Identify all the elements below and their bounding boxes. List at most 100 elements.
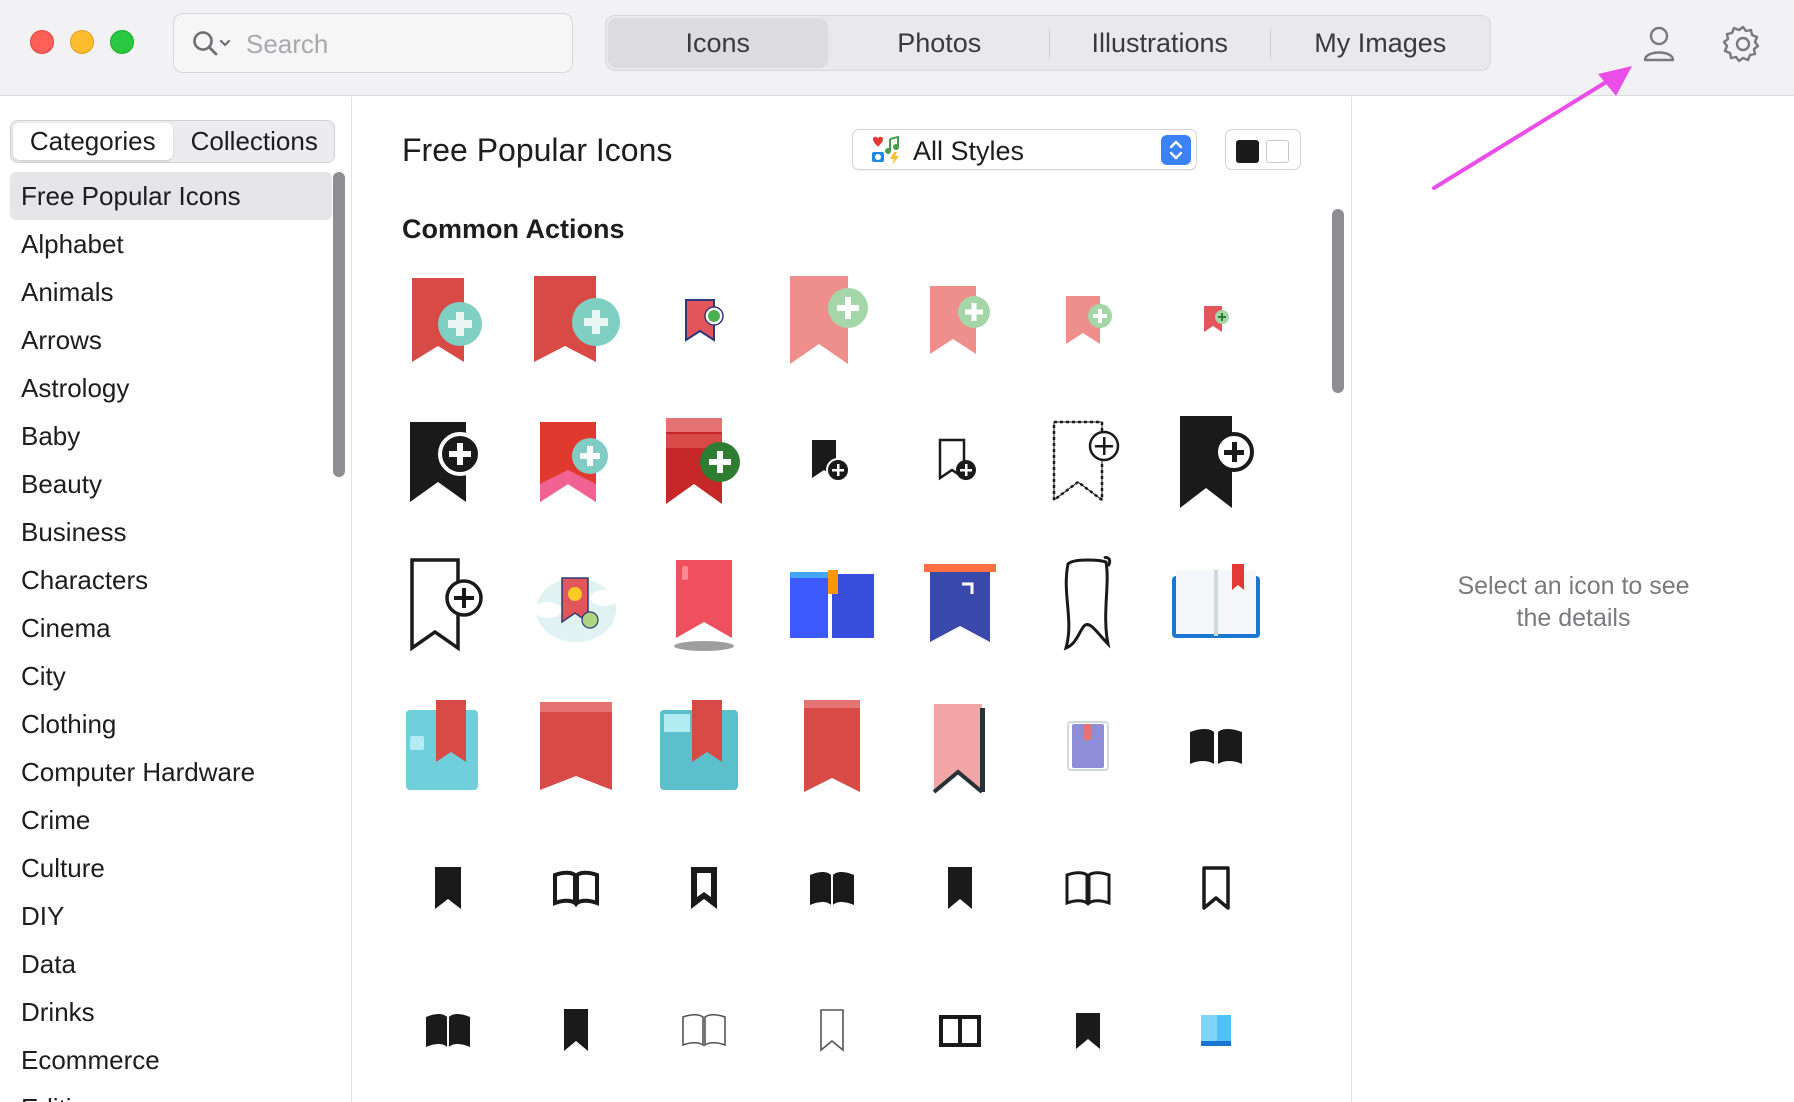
sidebar-item-editing[interactable]: Editing [10,1084,332,1102]
style-select[interactable]: All Styles [852,129,1197,170]
window-minimize-button[interactable] [70,30,94,54]
icon-tile[interactable] [777,691,887,801]
search-field[interactable]: Search [173,13,573,73]
icon-tile[interactable] [905,691,1015,801]
icon-tile[interactable] [1161,407,1271,517]
sidebar-item-ecommerce[interactable]: Ecommerce [10,1036,332,1084]
icon-tile[interactable] [521,833,631,943]
icon-tile[interactable] [905,265,1015,375]
sidebar-item-characters[interactable]: Characters [10,556,332,604]
icon-tile[interactable] [521,265,631,375]
category-list: Free Popular Icons Alphabet Animals Arro… [10,172,332,1102]
icon-tile[interactable] [905,549,1015,659]
details-panel: Select an icon to see the details [1351,97,1794,1102]
icon-tile[interactable] [649,833,759,943]
tab-illustrations[interactable]: Illustrations [1050,16,1270,70]
sidebar: Categories Collections Free Popular Icon… [0,97,352,1102]
icon-tile[interactable] [777,975,887,1085]
icon-row [393,833,1293,953]
sidebar-item-drinks[interactable]: Drinks [10,988,332,1036]
book-open-outline-bold-icon [553,870,599,907]
bookmark-outline-icon [1202,866,1230,910]
icon-tile[interactable] [649,691,759,801]
window-zoom-button[interactable] [110,30,134,54]
icon-tile[interactable] [905,975,1015,1085]
sidebar-item-clothing[interactable]: Clothing [10,700,332,748]
bookmark-add-small-outline-icon [685,299,724,342]
icon-tile[interactable] [393,691,503,801]
sidebar-item-data[interactable]: Data [10,940,332,988]
icon-tile[interactable] [393,975,503,1085]
icon-tile[interactable] [905,407,1015,517]
tab-photos[interactable]: Photos [830,16,1050,70]
icon-tile[interactable] [521,549,631,659]
sidebar-scrollbar[interactable] [333,172,345,477]
sidebar-item-free-popular-icons[interactable]: Free Popular Icons [10,172,332,220]
icon-row [393,265,1293,385]
styles-emoji-icon [872,135,899,165]
icon-tile[interactable] [1161,833,1271,943]
icon-tile[interactable] [1033,407,1143,517]
sidebar-item-astrology[interactable]: Astrology [10,364,332,412]
icon-tile[interactable] [1033,549,1143,659]
icon-tile[interactable] [649,549,759,659]
icon-tile[interactable] [777,407,887,517]
icon-row [393,407,1293,527]
sidebar-item-crime[interactable]: Crime [10,796,332,844]
sidebar-item-animals[interactable]: Animals [10,268,332,316]
icon-tile[interactable] [1033,691,1143,801]
icon-tile[interactable] [777,549,887,659]
icon-tile[interactable] [1033,975,1143,1085]
window-close-button[interactable] [30,30,54,54]
details-placeholder-line: Select an icon to see [1457,572,1690,600]
icon-tile[interactable] [393,833,503,943]
light-swatch-button[interactable] [1266,140,1289,163]
book-open-solid-icon [810,872,854,905]
settings-button[interactable] [1721,22,1765,66]
icon-tile[interactable] [1161,975,1271,1085]
icon-tile[interactable] [521,407,631,517]
bookmark-add-flat-pink-small-icon [1066,296,1112,344]
bookmark-hand-drawn-icon [1063,556,1112,651]
icon-tile[interactable] [521,691,631,801]
icon-tile[interactable] [649,265,759,375]
tab-collections[interactable]: Collections [175,121,335,162]
select-stepper [1161,135,1191,165]
bookmark-thin-icon [820,1009,844,1052]
bookmark-add-dotted-outline-icon [1052,420,1120,503]
dark-swatch-button[interactable] [1236,140,1259,163]
section-title: Common Actions [402,214,625,244]
icon-tile[interactable] [777,265,887,375]
tab-categories[interactable]: Categories [13,123,173,160]
sidebar-item-city[interactable]: City [10,652,332,700]
icon-tile[interactable] [905,833,1015,943]
color-scheme-toggle [1225,129,1301,170]
icon-tile[interactable] [777,833,887,943]
gear-icon [1722,25,1760,63]
icon-tile[interactable] [1033,265,1143,375]
sidebar-item-diy[interactable]: DIY [10,892,332,940]
icon-tile[interactable] [649,407,759,517]
icon-tile[interactable] [1033,833,1143,943]
icon-tile[interactable] [393,265,503,375]
sidebar-item-beauty[interactable]: Beauty [10,460,332,508]
icon-tile[interactable] [393,549,503,659]
icon-tile[interactable] [1161,691,1271,801]
sidebar-item-computer-hardware[interactable]: Computer Hardware [10,748,332,796]
chevron-updown-icon [1169,140,1183,160]
icon-tile[interactable] [1161,549,1271,659]
icon-tile[interactable] [649,975,759,1085]
sidebar-item-baby[interactable]: Baby [10,412,332,460]
sidebar-item-arrows[interactable]: Arrows [10,316,332,364]
icon-tile[interactable] [521,975,631,1085]
icon-grid-scrollbar[interactable] [1332,209,1344,393]
icon-tile[interactable] [1161,265,1271,375]
sidebar-item-alphabet[interactable]: Alphabet [10,220,332,268]
book-blue-small-icon [1201,1015,1231,1046]
sidebar-item-culture[interactable]: Culture [10,844,332,892]
tab-icons[interactable]: Icons [608,18,828,68]
sidebar-item-business[interactable]: Business [10,508,332,556]
sidebar-item-cinema[interactable]: Cinema [10,604,332,652]
bookmark-add-flat-pink-icon [790,276,868,364]
icon-tile[interactable] [393,407,503,517]
